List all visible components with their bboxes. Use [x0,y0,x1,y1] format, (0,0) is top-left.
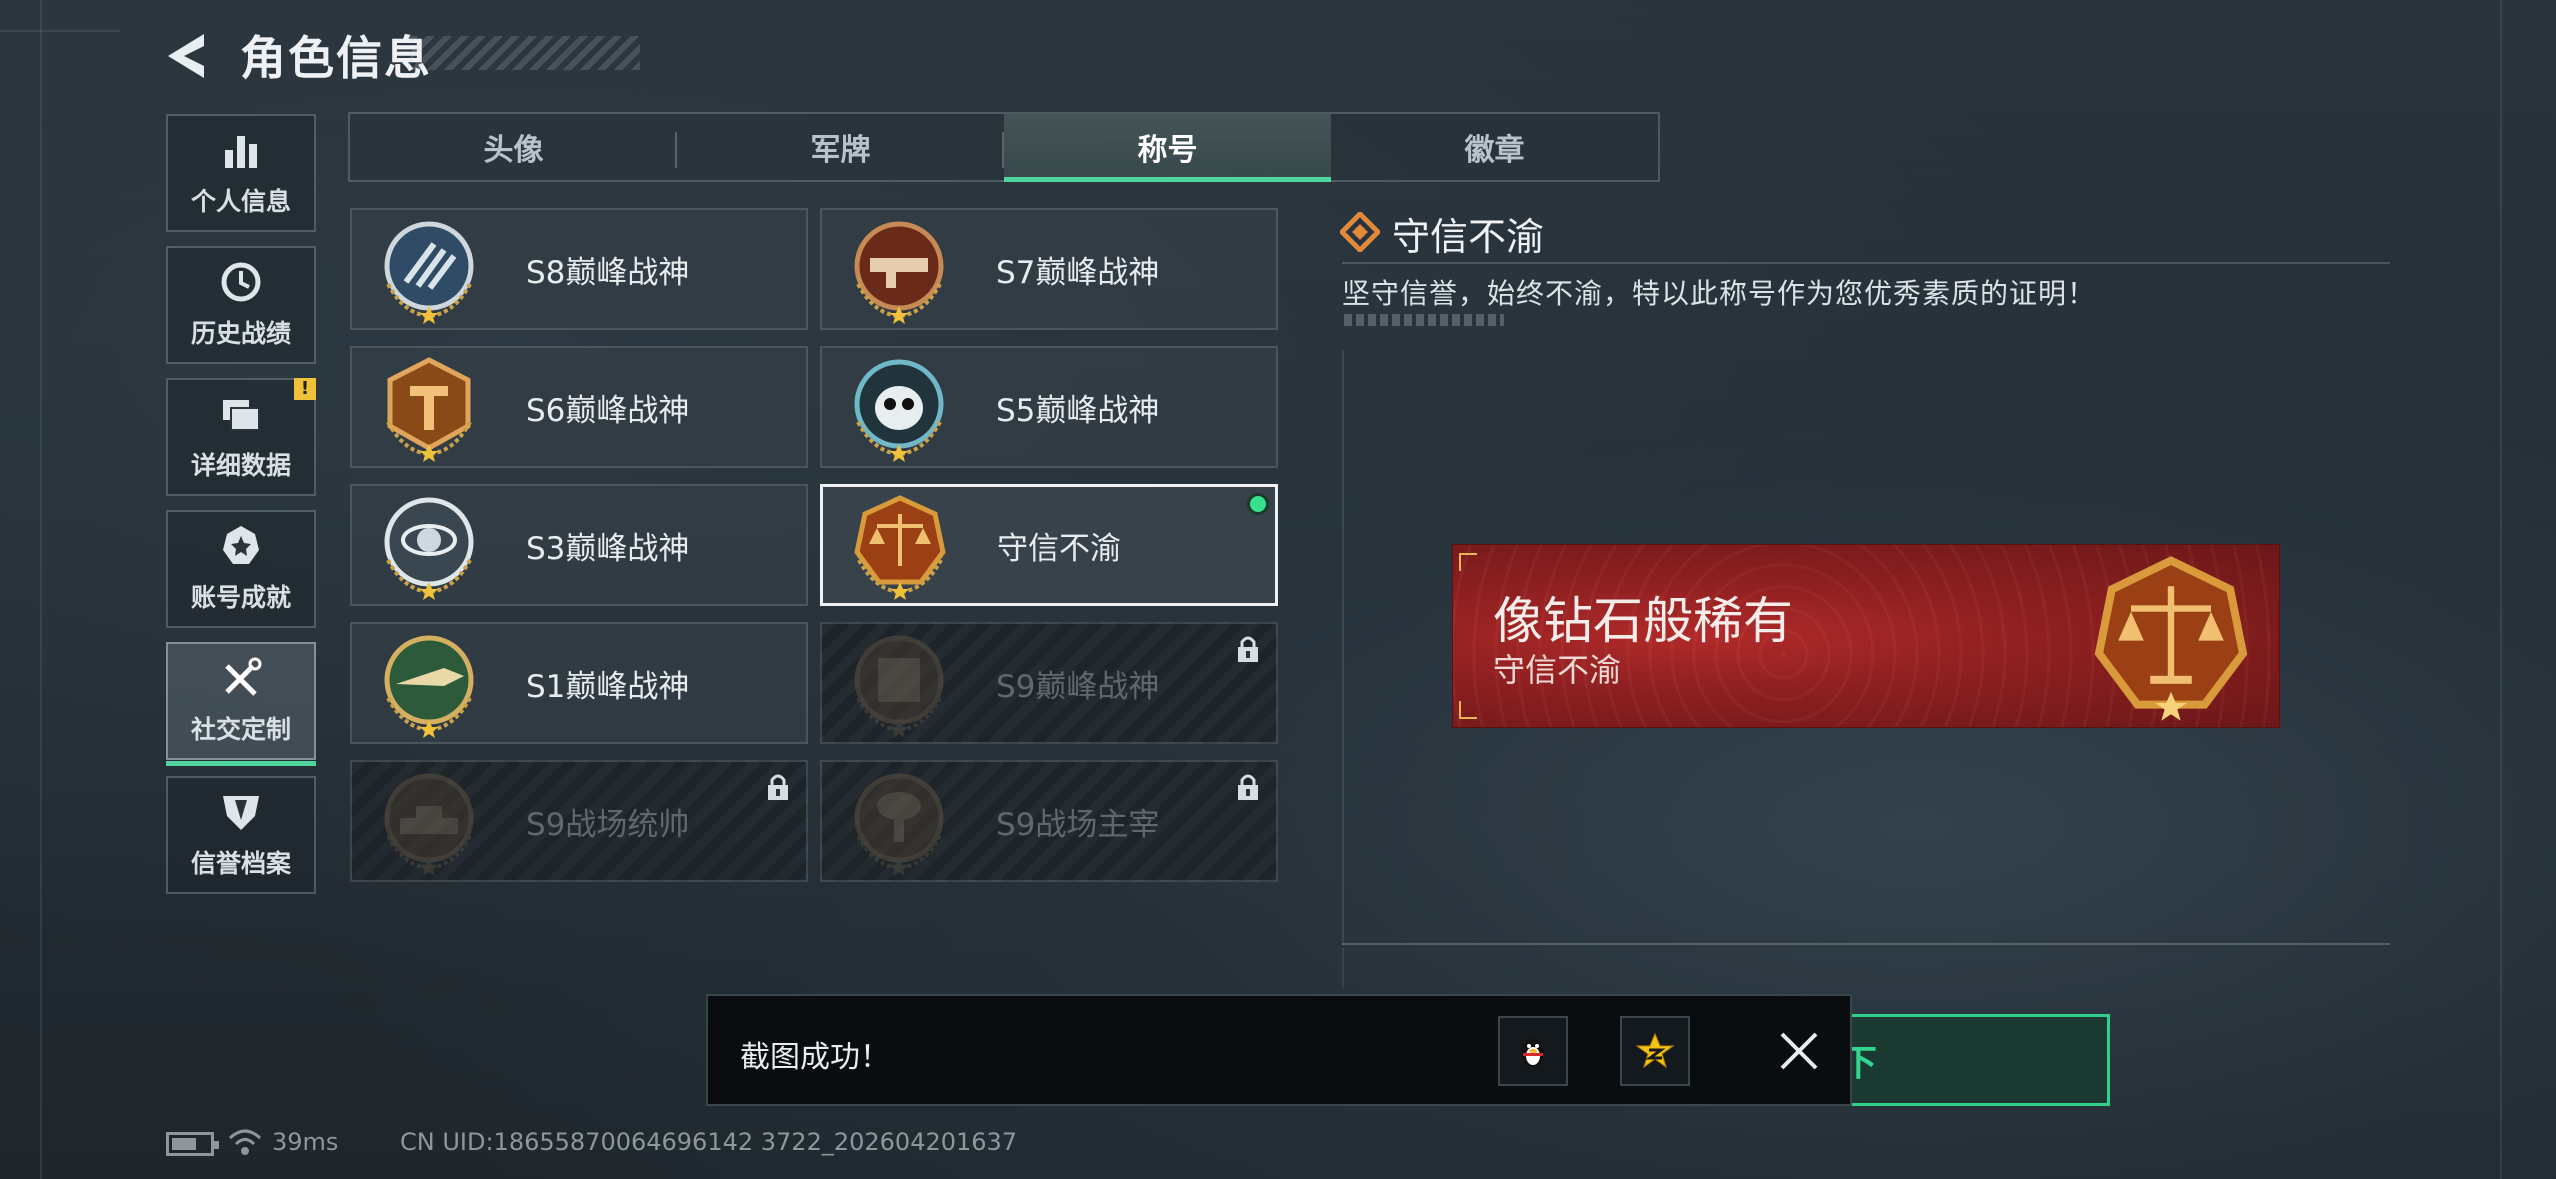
tab-label: 徽章 [1464,133,1525,168]
uid-label: CN UID:18655870064696142 3722_2026042016… [400,1128,1018,1156]
tab-badge[interactable]: 徽章 [1331,114,1658,180]
decor-text [1344,314,1504,326]
s1-emblem-icon [384,635,474,738]
corner-mark [1459,701,1477,719]
title-name: S7巅峰战神 [996,254,1160,291]
decor-line [0,30,120,32]
tools-icon [225,657,262,696]
title-name: 守信不渝 [997,530,1121,567]
sidebar-item-personal-info[interactable]: 个人信息 [166,114,316,232]
lock-icon [1238,636,1258,662]
title-card[interactable]: S8巅峰战神 [350,208,808,330]
sidebar-item-label: 详细数据 [190,451,291,480]
tab-label: 军牌 [810,133,871,168]
rarity-text: 像钻石般稀有 [1493,592,1793,650]
shield-icon [223,796,259,830]
tab-label: 称号 [1137,133,1198,168]
active-indicator [166,761,316,766]
sidebar-item-reputation[interactable]: 信誉档案 [166,776,316,894]
tab-title[interactable]: 称号 [1004,114,1331,182]
tab-dogtag[interactable]: 军牌 [677,114,1004,180]
sidebar-item-detailed-data[interactable]: ! 详细数据 [166,378,316,496]
scales-emblem-icon [2094,556,2248,721]
sidebar-item-label: 社交定制 [190,715,291,744]
toast-message: 截图成功！ [740,1040,890,1075]
s8-emblem-icon [384,221,474,324]
qq-penguin-icon [1522,1039,1544,1067]
equipped-indicator [1247,493,1269,515]
s3-emblem-icon [384,497,474,600]
sidebar-item-label: 信誉档案 [190,849,291,878]
sidebar-item-social-custom[interactable]: 社交定制 [166,642,316,766]
sidebar-item-label: 个人信息 [190,187,291,216]
decor-line [1342,350,1344,945]
tab-label: 头像 [483,133,544,168]
divider [1342,262,2390,264]
title-decoration [410,36,640,70]
tab-bar: 头像 军牌 称号 徽章 [348,112,1660,182]
title-card[interactable]: 守信不渝 [820,484,1278,606]
s7-emblem-icon [854,221,944,324]
title-name: S9战场统帅 [526,806,690,843]
detail-description: 坚守信誉，始终不渝，特以此称号作为您优秀素质的证明！ [1342,277,2097,310]
bar-chart-icon [225,136,257,168]
title-card[interactable]: S9巅峰战神 [820,622,1278,744]
s5-emblem-icon [854,359,944,462]
diamond-icon [1340,212,1380,252]
share-qq-button[interactable] [1498,1016,1568,1086]
title-banner-preview: 像钻石般稀有 守信不渝 [1452,544,2280,728]
title-name: S6巅峰战神 [526,392,690,429]
wifi-icon [228,1129,262,1155]
scales-emblem-icon [854,495,946,600]
title-name: S9战场主宰 [996,806,1160,843]
title-name: S9巅峰战神 [996,668,1160,705]
corner-mark [1459,553,1477,571]
explosion-emblem-icon [854,773,944,876]
share-qzone-button[interactable] [1620,1016,1690,1086]
sidebar-item-history[interactable]: 历史战绩 [166,246,316,364]
banner-title-name: 守信不渝 [1493,651,1622,689]
sidebar-item-label: 账号成就 [190,583,291,612]
title-name: S3巅峰战神 [526,530,690,567]
decor-line [40,0,42,1179]
s6-emblem-icon [386,357,472,462]
title-card[interactable]: S5巅峰战神 [820,346,1278,468]
achievement-star-icon [223,526,259,564]
clock-icon [221,262,261,302]
lock-icon [768,774,788,800]
battery-icon [166,1132,219,1156]
tab-avatar[interactable]: 头像 [350,114,677,180]
folder-icon [223,400,260,431]
close-icon[interactable] [1774,1026,1824,1076]
divider [1342,943,2390,945]
title-card[interactable]: S6巅峰战神 [350,346,808,468]
title-card[interactable]: S7巅峰战神 [820,208,1278,330]
back-arrow-icon[interactable] [160,28,216,84]
detail-title: 守信不渝 [1392,215,1545,259]
tank-emblem-icon [384,773,474,876]
sidebar-item-achievements[interactable]: 账号成就 [166,510,316,628]
decor-line [2500,0,2502,1179]
qzone-star-icon [1635,1032,1675,1069]
title-name: S8巅峰战神 [526,254,690,291]
warning-badge: ! [294,378,316,400]
s9-emblem-icon [854,635,944,738]
ping-readout: 39ms [272,1128,339,1156]
lock-icon [1238,774,1258,800]
title-card[interactable]: S9战场主宰 [820,760,1278,882]
title-card[interactable]: S9战场统帅 [350,760,808,882]
title-card[interactable]: S3巅峰战神 [350,484,808,606]
decor-line [1342,948,1344,988]
title-name: S1巅峰战神 [526,668,690,705]
screenshot-toast: 截图成功！ [706,994,1852,1106]
title-name: S5巅峰战神 [996,392,1160,429]
title-card[interactable]: S1巅峰战神 [350,622,808,744]
sidebar-item-label: 历史战绩 [190,319,291,348]
page-title: 角色信息 [240,31,432,85]
